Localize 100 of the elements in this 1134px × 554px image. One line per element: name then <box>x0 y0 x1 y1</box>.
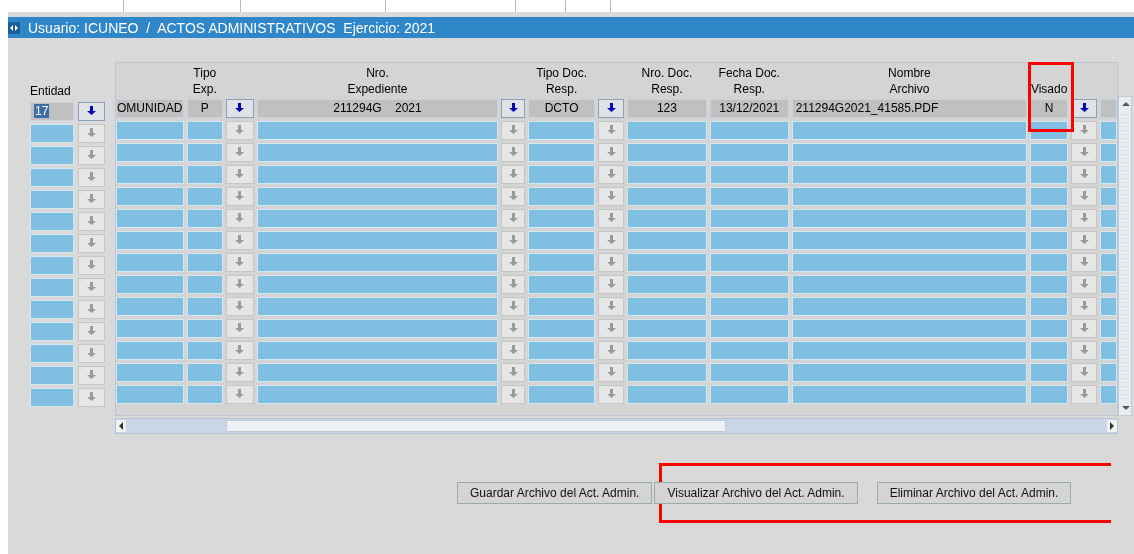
table-cell[interactable] <box>1100 296 1118 316</box>
table-cell[interactable] <box>528 208 596 228</box>
table-cell[interactable] <box>528 120 596 140</box>
entity-field[interactable]: 17 <box>30 101 74 121</box>
table-cell[interactable] <box>528 164 596 184</box>
table-cell[interactable] <box>256 274 499 294</box>
table-cell[interactable] <box>791 142 1028 162</box>
table-cell[interactable] <box>627 120 707 140</box>
entity-field[interactable] <box>30 145 74 165</box>
table-cell[interactable] <box>627 252 707 272</box>
table-cell[interactable] <box>791 318 1028 338</box>
table-cell[interactable] <box>256 186 499 206</box>
entity-field[interactable] <box>30 167 74 187</box>
list-button[interactable] <box>501 98 526 118</box>
table-cell[interactable] <box>116 274 184 294</box>
table-cell[interactable] <box>116 296 184 316</box>
table-cell[interactable] <box>709 230 789 250</box>
table-cell[interactable] <box>186 340 223 360</box>
table-cell[interactable] <box>116 142 184 162</box>
table-cell[interactable] <box>627 340 707 360</box>
table-cell[interactable] <box>1100 98 1118 118</box>
table-cell[interactable] <box>1030 318 1069 338</box>
table-cell[interactable]: 123 <box>627 98 707 118</box>
table-cell[interactable] <box>1030 340 1069 360</box>
table-cell[interactable] <box>627 142 707 162</box>
table-cell[interactable] <box>1030 252 1069 272</box>
table-cell[interactable] <box>1030 362 1069 382</box>
table-cell[interactable] <box>116 252 184 272</box>
table-cell[interactable] <box>1030 230 1069 250</box>
table-cell[interactable] <box>1100 384 1118 404</box>
table-cell[interactable]: 13/12/2021 <box>709 98 789 118</box>
table-cell[interactable] <box>116 208 184 228</box>
entity-field[interactable] <box>30 123 74 143</box>
table-cell[interactable] <box>791 296 1028 316</box>
table-cell[interactable]: N <box>1030 98 1069 118</box>
table-cell[interactable] <box>709 340 789 360</box>
table-cell[interactable] <box>791 340 1028 360</box>
table-cell[interactable]: OMUNIDAD <box>116 98 184 118</box>
table-cell[interactable] <box>791 384 1028 404</box>
table-cell[interactable] <box>186 142 223 162</box>
entity-field[interactable] <box>30 321 74 341</box>
table-cell[interactable] <box>791 362 1028 382</box>
entity-field[interactable] <box>30 189 74 209</box>
table-cell[interactable] <box>528 230 596 250</box>
table-cell[interactable] <box>1100 120 1118 140</box>
table-cell[interactable] <box>186 384 223 404</box>
table-cell[interactable] <box>1100 318 1118 338</box>
entity-field[interactable] <box>30 343 74 363</box>
table-cell[interactable]: 211294G2021_41585.PDF <box>791 98 1028 118</box>
table-cell[interactable] <box>1030 208 1069 228</box>
table-cell[interactable] <box>791 164 1028 184</box>
vertical-scrollbar[interactable] <box>1118 96 1132 416</box>
table-cell[interactable] <box>186 296 223 316</box>
table-cell[interactable] <box>709 318 789 338</box>
table-cell[interactable] <box>1100 340 1118 360</box>
table-cell[interactable] <box>1030 164 1069 184</box>
table-cell[interactable] <box>709 120 789 140</box>
table-cell[interactable] <box>1030 142 1069 162</box>
table-cell[interactable] <box>709 208 789 228</box>
table-cell[interactable] <box>1030 296 1069 316</box>
table-cell[interactable] <box>256 318 499 338</box>
table-cell[interactable] <box>116 318 184 338</box>
entity-field[interactable] <box>30 255 74 275</box>
entity-field[interactable] <box>30 233 74 253</box>
table-cell[interactable] <box>791 120 1028 140</box>
table-cell[interactable] <box>627 164 707 184</box>
table-cell[interactable] <box>116 230 184 250</box>
table-cell[interactable] <box>709 362 789 382</box>
table-cell[interactable] <box>1100 230 1118 250</box>
table-cell[interactable] <box>1100 274 1118 294</box>
action-button[interactable]: Eliminar Archivo del Act. Admin. <box>876 482 1072 504</box>
table-cell[interactable] <box>528 318 596 338</box>
table-cell[interactable] <box>186 252 223 272</box>
table-cell[interactable] <box>256 164 499 184</box>
table-cell[interactable] <box>256 230 499 250</box>
scroll-thumb[interactable] <box>226 420 726 432</box>
table-cell[interactable] <box>528 384 596 404</box>
table-cell[interactable] <box>709 186 789 206</box>
entity-field[interactable] <box>30 299 74 319</box>
table-cell[interactable] <box>186 362 223 382</box>
table-cell[interactable] <box>627 274 707 294</box>
table-cell[interactable] <box>1100 186 1118 206</box>
scroll-right-icon[interactable] <box>1107 420 1117 432</box>
table-cell[interactable] <box>186 120 223 140</box>
table-cell[interactable] <box>1100 208 1118 228</box>
table-cell[interactable] <box>256 296 499 316</box>
table-cell[interactable] <box>1030 186 1069 206</box>
table-cell[interactable] <box>627 318 707 338</box>
table-cell[interactable] <box>791 208 1028 228</box>
table-cell[interactable] <box>709 142 789 162</box>
table-cell[interactable] <box>116 164 184 184</box>
table-cell[interactable]: 211294G 2021 <box>256 98 499 118</box>
entity-field[interactable] <box>30 277 74 297</box>
table-cell[interactable] <box>186 186 223 206</box>
table-cell[interactable] <box>627 208 707 228</box>
list-button[interactable] <box>225 98 254 118</box>
table-cell[interactable] <box>528 340 596 360</box>
table-cell[interactable] <box>627 362 707 382</box>
entity-field[interactable] <box>30 211 74 231</box>
table-cell[interactable] <box>186 208 223 228</box>
